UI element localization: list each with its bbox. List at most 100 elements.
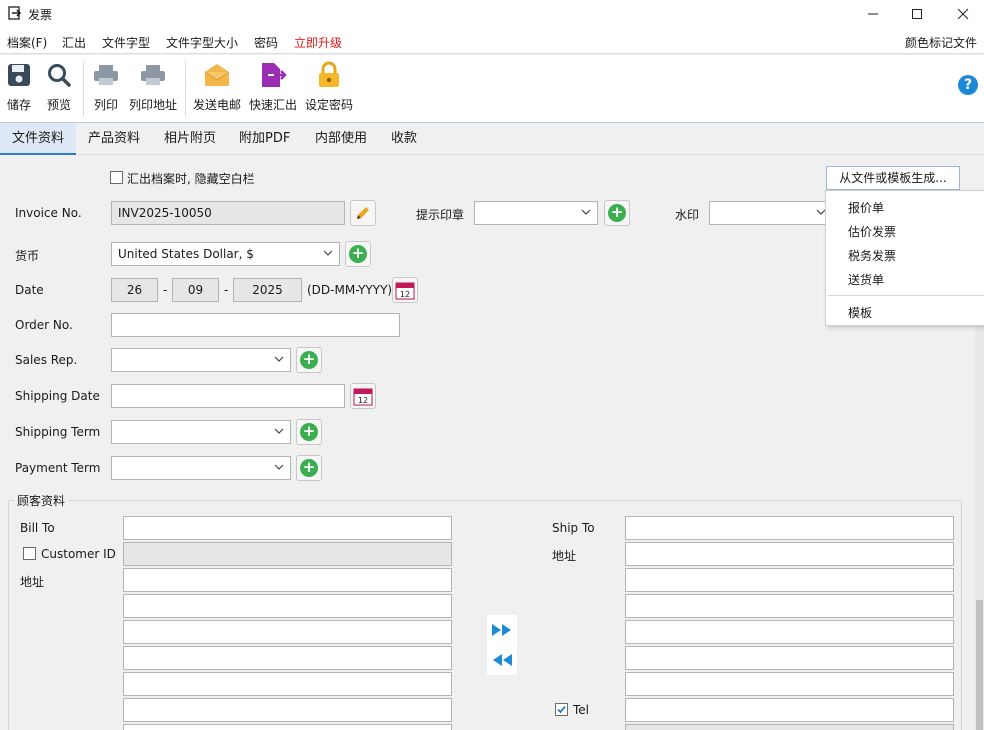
menu-item-estimate-invoice[interactable]: 估价发票: [848, 223, 896, 240]
menu-export[interactable]: 汇出: [62, 34, 86, 51]
date-day-field[interactable]: 26: [111, 278, 158, 302]
shipping-term-label: Shipping Term: [15, 425, 101, 439]
tab-photo-pages[interactable]: 相片附页: [152, 123, 228, 155]
scrollbar-thumb[interactable]: [976, 600, 983, 730]
order-no-field[interactable]: [111, 313, 400, 337]
menu-font[interactable]: 文件字型: [102, 34, 150, 51]
date-separator: -: [163, 283, 168, 297]
export-file-icon: [262, 63, 287, 87]
bill-address-line-3[interactable]: [123, 620, 452, 644]
ship-address-line-5[interactable]: [625, 646, 954, 670]
stamp-select[interactable]: [474, 201, 598, 225]
add-payment-term-button[interactable]: +: [296, 455, 322, 481]
copy-right-icon[interactable]: [491, 623, 513, 637]
invoice-no-label: Invoice No.: [15, 206, 82, 220]
send-email-button[interactable]: 发送电邮: [192, 59, 242, 117]
sales-rep-label: Sales Rep.: [15, 353, 78, 367]
maximize-icon: [912, 9, 922, 19]
print-address-button[interactable]: 列印地址: [128, 59, 178, 117]
customer-id-checkbox[interactable]: [23, 547, 36, 560]
help-icon[interactable]: ?: [958, 75, 978, 95]
tel-checkbox[interactable]: [555, 703, 568, 716]
toolbar: 储存 预览 列印 列印地址 发送电邮 快速汇出 设定密码 ?: [0, 55, 984, 123]
extra-field[interactable]: [625, 724, 954, 730]
svg-text:12: 12: [358, 396, 368, 405]
hide-blank-label: 汇出档案时, 隐藏空白栏: [127, 172, 255, 186]
pencil-icon: [357, 207, 369, 219]
add-stamp-button[interactable]: +: [604, 200, 630, 226]
menu-item-quotation[interactable]: 报价单: [848, 199, 884, 216]
invoice-no-field[interactable]: INV2025-10050: [111, 201, 345, 225]
add-shipping-term-button[interactable]: +: [296, 419, 322, 445]
sales-rep-select[interactable]: [111, 348, 291, 372]
menu-upgrade[interactable]: 立即升级: [294, 34, 342, 51]
plus-icon: +: [349, 245, 367, 263]
customer-id-field[interactable]: [123, 542, 452, 566]
ship-address-line-6[interactable]: [625, 672, 954, 696]
date-format-hint: (DD-MM-YYYY): [307, 283, 393, 297]
bill-address-line-1[interactable]: [123, 568, 452, 592]
save-button[interactable]: 储存: [4, 59, 34, 117]
payment-term-select[interactable]: [111, 456, 291, 480]
ship-address-line-4[interactable]: [625, 620, 954, 644]
preview-button[interactable]: 预览: [44, 59, 74, 117]
edit-invoice-no-button[interactable]: [350, 200, 376, 226]
tab-products[interactable]: 产品资料: [76, 123, 152, 155]
bill-to-field[interactable]: [123, 516, 452, 540]
menu-color-tag[interactable]: 颜色标记文件: [905, 34, 977, 51]
bill-address-line-6[interactable]: [123, 698, 452, 722]
chevron-down-icon: [581, 209, 591, 215]
watermark-select[interactable]: [709, 201, 833, 225]
window-title: 发票: [28, 8, 53, 22]
bill-to-label: Bill To: [20, 521, 55, 535]
add-sales-rep-button[interactable]: +: [296, 347, 322, 373]
chevron-down-icon: [274, 428, 284, 434]
print-button[interactable]: 列印: [91, 59, 121, 117]
bill-address-line-5[interactable]: [123, 672, 452, 696]
ship-to-field[interactable]: [625, 516, 954, 540]
plus-icon: +: [608, 204, 626, 222]
minimize-icon: [868, 13, 878, 15]
tab-bar: 文件资料 产品资料 相片附页 附加PDF 内部使用 收款: [0, 123, 984, 155]
maximize-button[interactable]: [894, 0, 940, 28]
plus-icon: +: [300, 459, 318, 477]
save-icon: [8, 64, 30, 86]
tab-internal-use[interactable]: 内部使用: [303, 123, 379, 155]
hide-blank-checkbox[interactable]: [110, 171, 123, 184]
date-month-field[interactable]: 09: [172, 278, 219, 302]
shipping-date-field[interactable]: [111, 384, 345, 408]
generate-from-template-button[interactable]: 从文件或模板生成...: [826, 166, 960, 190]
menu-item-tax-invoice[interactable]: 税务发票: [848, 247, 896, 264]
date-calendar-button[interactable]: 12: [392, 277, 418, 303]
set-password-button[interactable]: 设定密码: [304, 59, 354, 117]
date-year-field[interactable]: 2025: [233, 278, 302, 302]
close-button[interactable]: [940, 0, 984, 28]
ship-to-label: Ship To: [552, 521, 595, 535]
plus-icon: +: [300, 423, 318, 441]
tel-field[interactable]: [625, 698, 954, 722]
currency-select[interactable]: United States Dollar, $: [111, 242, 340, 266]
tab-document-info[interactable]: 文件资料: [0, 123, 76, 155]
calendar-icon: 12: [395, 282, 415, 300]
bill-address-line-4[interactable]: [123, 646, 452, 670]
shipping-term-select[interactable]: [111, 420, 291, 444]
bill-address-line-7[interactable]: [123, 724, 452, 730]
order-no-label: Order No.: [15, 318, 73, 332]
bill-address-line-2[interactable]: [123, 594, 452, 618]
menu-item-delivery-note[interactable]: 送货单: [848, 271, 884, 288]
tab-payments[interactable]: 收款: [379, 123, 429, 155]
tab-attach-pdf[interactable]: 附加PDF: [227, 123, 302, 155]
menu-item-template[interactable]: 模板: [848, 304, 872, 321]
menu-font-size[interactable]: 文件字型大小: [166, 34, 238, 51]
ship-address-line-1[interactable]: [625, 542, 954, 566]
minimize-button[interactable]: [850, 0, 896, 28]
quick-export-button[interactable]: 快速汇出: [248, 59, 298, 117]
ship-address-line-3[interactable]: [625, 594, 954, 618]
menu-file[interactable]: 档案(F): [7, 34, 47, 51]
ship-address-line-2[interactable]: [625, 568, 954, 592]
chevron-down-icon: [274, 464, 284, 470]
copy-left-icon[interactable]: [491, 653, 513, 667]
add-currency-button[interactable]: +: [345, 241, 371, 267]
shipping-date-calendar-button[interactable]: 12: [350, 383, 376, 409]
menu-password[interactable]: 密码: [254, 34, 278, 51]
